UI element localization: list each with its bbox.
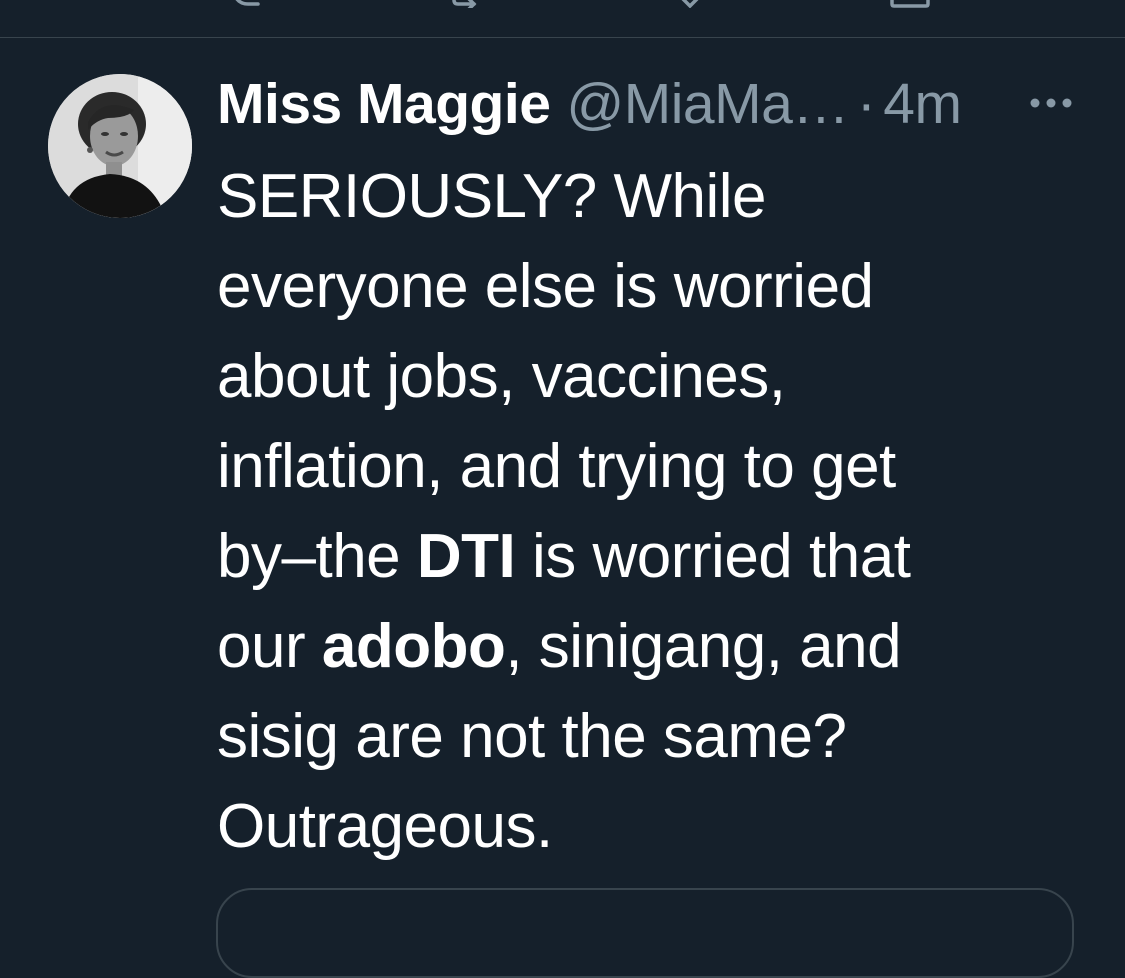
tweet-line: everyone else is worried [217,252,874,321]
retweet-icon[interactable] [448,0,492,8]
tweet-line: by–the DTI is worried that [217,512,1077,602]
embedded-card[interactable] [216,888,1074,978]
tweet-line: inflation, and trying to get [217,432,896,501]
tweet-header: Miss Maggie @MiaMa… · 4m [217,72,1097,136]
avatar[interactable] [48,74,192,218]
tweet-line: SERIOUSLY? While [217,162,767,231]
tweet-bold-text: adobo [321,612,506,681]
previous-tweet-actions [0,0,1125,38]
reply-icon[interactable] [228,0,272,8]
tweet-bold-text: DTI [416,522,516,591]
tweet-text-segment: our [217,612,322,681]
timestamp[interactable]: 4m [883,71,962,137]
display-name[interactable]: Miss Maggie [217,71,551,137]
tweet-text-segment: , sinigang, and [505,612,902,681]
tweet-divider [0,37,1125,38]
separator-dot: · [856,72,876,136]
tweet-line: our adobo, sinigang, and [217,602,1077,692]
user-handle[interactable]: @MiaMa… [566,71,849,137]
tweet-line: about jobs, vaccines, [217,342,786,411]
tweet-text: SERIOUSLY? While everyone else is worrie… [217,152,1077,872]
share-icon[interactable] [888,0,932,8]
like-icon[interactable] [668,0,712,8]
tweet-line: sisig are not the same? [217,702,847,771]
tweet-text-segment: is worried that [515,522,911,591]
tweet-line: Outrageous. [217,792,553,861]
tweet-text-segment: by–the [217,522,417,591]
more-dots-icon[interactable] [1029,96,1073,110]
